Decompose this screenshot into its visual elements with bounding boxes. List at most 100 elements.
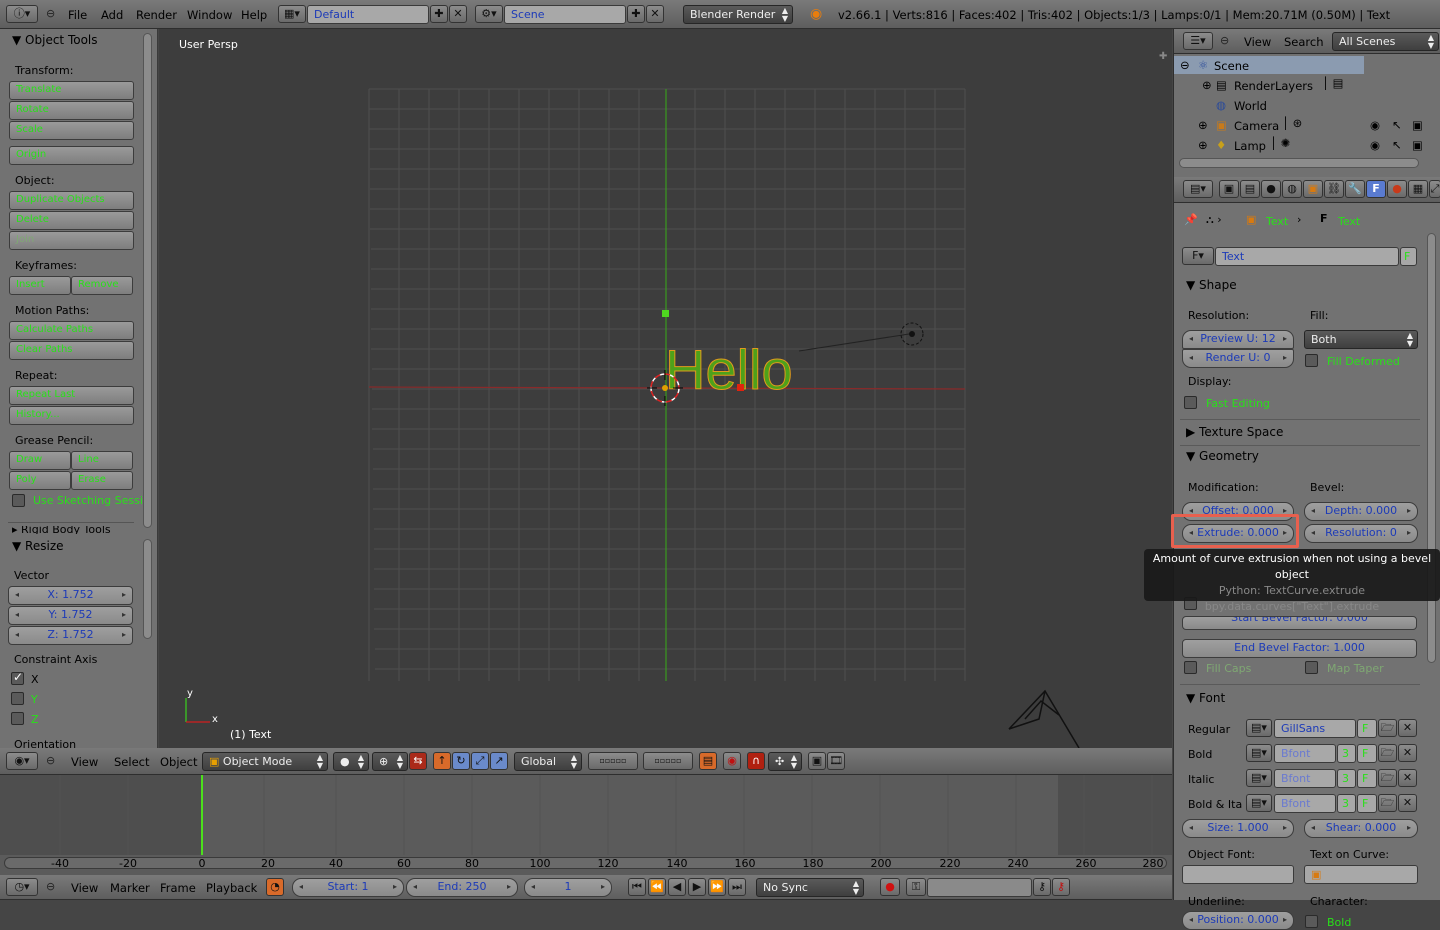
font-italic-field[interactable]: Bfont [1274, 769, 1336, 788]
underline-position-field[interactable]: ◂ Position: 0.000 ▸ [1182, 911, 1294, 930]
jump-prev-key-icon[interactable]: ⏪ [648, 878, 666, 896]
screen-layout-field[interactable]: Default [307, 5, 429, 24]
manipulator-extra-icon[interactable]: ↗ [490, 752, 508, 770]
pin-icon[interactable]: 📌 [1184, 213, 1198, 226]
constraint-x-checkbox[interactable] [11, 670, 24, 685]
preview-u-field[interactable]: ◂ Preview U: 12 ▸ [1182, 330, 1294, 349]
menu-add[interactable]: Add [101, 8, 123, 22]
menu-help[interactable]: Help [241, 8, 267, 22]
constraint-y-checkbox[interactable] [11, 692, 24, 705]
scene-icon[interactable]: ⚙▾ [475, 5, 503, 23]
play-reverse-icon[interactable]: ◀ [668, 878, 686, 896]
render-engine-select[interactable]: Blender Render ▲ ▼ [683, 5, 793, 24]
keying-set-icon[interactable]: ⚿ [906, 878, 926, 896]
vector-y-field[interactable]: ◂ Y: 1.752 ▸ [8, 606, 133, 625]
start-bevel-factor-field[interactable]: Start Bevel Factor: 0.000 [1182, 616, 1417, 630]
timeline-menu-playback[interactable]: Playback [206, 881, 257, 895]
keying-set-field[interactable] [927, 878, 1032, 897]
font-bold-browse-icon[interactable]: ▤▾ [1246, 744, 1272, 762]
timeline-collapse-icon[interactable]: ⊖ [46, 880, 55, 893]
remove-keyframe-button[interactable]: Remove [71, 276, 133, 295]
render-layers-tab-icon[interactable]: ▤ [1240, 180, 1260, 198]
fast-editing-checkbox[interactable] [1184, 396, 1197, 409]
physics-tab-icon[interactable]: ⤢ [1429, 180, 1440, 198]
grease-erase-button[interactable]: Erase [71, 471, 133, 490]
font-italic-unlink-icon[interactable]: ✕ [1398, 769, 1417, 787]
vector-z-field[interactable]: ◂ Z: 1.752 ▸ [8, 626, 133, 645]
resize-header[interactable]: ▼ Resize [12, 539, 64, 553]
layers-grid-b-icon[interactable]: ▫▫▫▫▫ [643, 752, 693, 770]
current-frame-field[interactable]: ◂ 1 ▸ [524, 878, 612, 897]
scene-tab-icon[interactable]: ● [1261, 180, 1281, 198]
font-italic-fake-user[interactable]: F [1357, 769, 1377, 788]
world-tab-icon[interactable]: ◍ [1282, 180, 1302, 198]
fill-deformed-checkbox[interactable] [1305, 354, 1318, 367]
timeline-editor-icon[interactable]: ◷▾ [6, 878, 38, 896]
geometry-header[interactable]: ▼ Geometry [1186, 449, 1259, 463]
lamp-visibility-icon[interactable]: ◉ [1370, 138, 1380, 152]
text-on-curve-field[interactable]: ▣ [1304, 865, 1418, 884]
vector-x-field[interactable]: ◂ X: 1.752 ▸ [8, 586, 133, 605]
render-u-field[interactable]: ◂ Render U: 0 ▸ [1182, 349, 1294, 368]
font-bold-open-icon[interactable]: 🗁 [1378, 744, 1397, 762]
header-collapse-icon[interactable]: ⊖ [46, 754, 55, 767]
data-tab-icon[interactable]: F [1366, 180, 1386, 198]
font-bold-italic-open-icon[interactable]: 🗁 [1378, 794, 1397, 812]
object-font-field[interactable] [1182, 865, 1294, 884]
font-bold-italic-unlink-icon[interactable]: ✕ [1398, 794, 1417, 812]
end-bevel-factor-field[interactable]: End Bevel Factor: 1.000 [1182, 639, 1417, 658]
play-icon[interactable]: ▶ [688, 878, 706, 896]
texture-space-header[interactable]: ▶ Texture Space [1186, 425, 1283, 439]
outliner-hscrollbar[interactable] [1179, 158, 1419, 168]
font-bold-users[interactable]: 3 [1337, 744, 1356, 763]
calculate-paths-button[interactable]: Calculate Paths [9, 321, 134, 340]
insert-keyframes-icon[interactable]: ⚷ [1033, 878, 1051, 896]
datablock-name-field[interactable]: Text [1215, 247, 1399, 266]
camera-select-icon[interactable]: ↖ [1392, 118, 1402, 132]
jump-end-icon[interactable]: ⏭ [728, 878, 746, 896]
outliner-renderlayers-label[interactable]: RenderLayers [1234, 79, 1313, 93]
add-scene-icon[interactable]: ✚ [627, 5, 645, 23]
rotate-manipulator-icon[interactable]: ↻ [452, 752, 470, 770]
outliner-filter-select[interactable]: All Scenes ▲ ▼ [1332, 32, 1439, 51]
menu-object[interactable]: Object [160, 755, 197, 769]
font-bold-italic-users[interactable]: 3 [1337, 794, 1356, 813]
font-regular-field[interactable]: GillSans [1274, 719, 1356, 738]
timeline-menu-view[interactable]: View [71, 881, 98, 895]
delete-keyframes-icon[interactable]: ⚷ [1052, 878, 1070, 896]
bold-checkbox[interactable] [1305, 915, 1318, 928]
constraint-z-checkbox[interactable] [11, 712, 24, 725]
jump-start-icon[interactable]: ⏮ [628, 878, 646, 896]
rotate-button[interactable]: Rotate [9, 101, 134, 120]
rigid-body-tools-header[interactable]: ▸ Rigid Body Tools [12, 526, 138, 534]
lock-layers-icon[interactable]: ▤ [699, 752, 717, 770]
datablock-users[interactable]: F [1400, 247, 1417, 266]
font-regular-fake-user[interactable]: F [1357, 719, 1377, 738]
menu-window[interactable]: Window [187, 8, 232, 22]
outliner-menu-search[interactable]: Search [1284, 35, 1324, 49]
font-bold-fake-user[interactable]: F [1357, 744, 1377, 763]
outliner-lamp-label[interactable]: Lamp [1234, 139, 1266, 153]
camera-visibility-icon[interactable]: ◉ [1370, 118, 1380, 132]
fill-mode-select[interactable]: Both ▲ ▼ [1304, 330, 1418, 349]
bevel-resolution-field[interactable]: ◂ Resolution: 0 ▸ [1304, 524, 1418, 543]
renderlayers-expand-icon[interactable]: ⊕ [1202, 78, 1212, 92]
remove-scene-icon[interactable]: ✕ [646, 5, 664, 23]
fill-caps-checkbox[interactable] [1184, 661, 1197, 674]
clear-paths-button[interactable]: Clear Paths [9, 341, 134, 360]
map-taper-checkbox[interactable] [1305, 661, 1318, 674]
use-sketching-checkbox[interactable] [12, 494, 25, 507]
render-still-icon[interactable]: ▣ [808, 752, 826, 770]
scene-field[interactable]: Scene [504, 5, 626, 24]
outliner-scene-label[interactable]: Scene [1214, 59, 1249, 73]
menu-view[interactable]: View [71, 755, 98, 769]
modifiers-tab-icon[interactable]: 🔧 [1345, 180, 1365, 198]
tool-shelf-scrollbar[interactable] [143, 33, 152, 528]
grease-line-button[interactable]: Line [71, 451, 133, 470]
outliner-collapse-icon[interactable]: ⊖ [1220, 34, 1229, 47]
transform-orientation-select[interactable]: Global ▲ ▼ [514, 752, 582, 771]
join-button[interactable]: Join [9, 231, 134, 250]
outliner-editor-icon[interactable]: ☰▾ [1183, 32, 1213, 50]
constraints-tab-icon[interactable]: ⛓ [1324, 180, 1344, 198]
datablock-type-icon[interactable]: F▾ [1182, 247, 1214, 265]
